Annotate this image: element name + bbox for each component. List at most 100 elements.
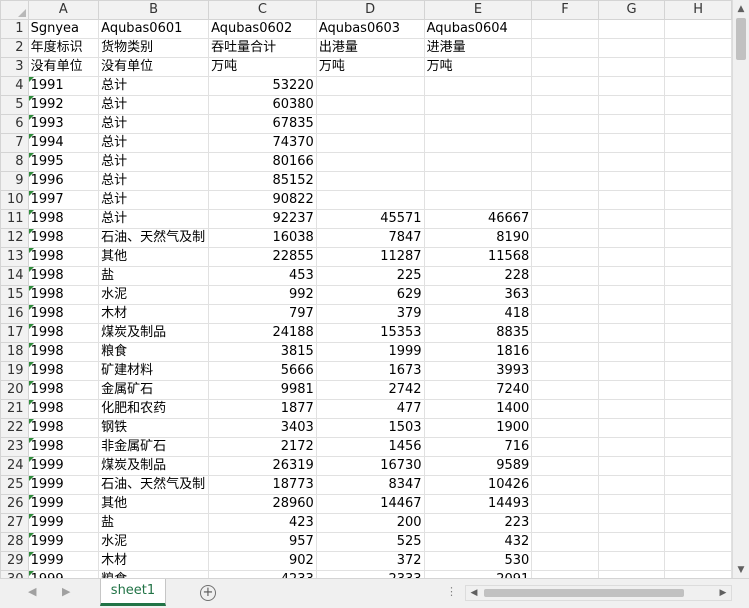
cell-g28[interactable] xyxy=(597,532,666,552)
cell-a22[interactable]: 1998 xyxy=(27,418,100,438)
cell-a19[interactable]: 1998 xyxy=(27,361,100,381)
cell-a4[interactable]: 1991 xyxy=(27,76,100,96)
cell-e25[interactable]: 10426 xyxy=(423,475,533,495)
cell-g3[interactable] xyxy=(597,57,666,77)
cell-c1[interactable]: Aqubas0602 xyxy=(208,19,317,39)
cell-h3[interactable] xyxy=(664,57,732,77)
column-header-f[interactable]: F xyxy=(531,0,599,20)
cell-a14[interactable]: 1998 xyxy=(27,266,100,286)
cell-h5[interactable] xyxy=(664,95,732,115)
cell-f17[interactable] xyxy=(531,323,599,343)
cell-d21[interactable]: 477 xyxy=(315,399,425,419)
cell-b22[interactable]: 钢铁 xyxy=(98,418,210,438)
cell-g4[interactable] xyxy=(597,76,666,96)
cell-e14[interactable]: 228 xyxy=(423,266,533,286)
cell-g6[interactable] xyxy=(597,114,666,134)
cell-h28[interactable] xyxy=(664,532,732,552)
cell-h11[interactable] xyxy=(664,209,732,229)
cell-g30[interactable] xyxy=(597,570,666,578)
row-header[interactable]: 16 xyxy=(0,304,29,324)
cell-f20[interactable] xyxy=(531,380,599,400)
cell-f29[interactable] xyxy=(531,551,599,571)
cell-e20[interactable]: 7240 xyxy=(423,380,533,400)
cell-c8[interactable]: 80166 xyxy=(208,152,317,172)
cell-g13[interactable] xyxy=(597,247,666,267)
cell-f25[interactable] xyxy=(531,475,599,495)
cell-e7[interactable] xyxy=(423,133,533,153)
cell-b4[interactable]: 总计 xyxy=(98,76,210,96)
column-header-a[interactable]: A xyxy=(27,0,100,20)
cell-e8[interactable] xyxy=(423,152,533,172)
cell-e19[interactable]: 3993 xyxy=(423,361,533,381)
cell-h10[interactable] xyxy=(664,190,732,210)
cell-f30[interactable] xyxy=(531,570,599,578)
cell-f11[interactable] xyxy=(531,209,599,229)
cell-b1[interactable]: Aqubas0601 xyxy=(98,19,210,39)
cell-c25[interactable]: 18773 xyxy=(208,475,317,495)
vertical-scrollbar[interactable]: ▲ ▼ xyxy=(732,0,749,578)
cell-d6[interactable] xyxy=(315,114,425,134)
spreadsheet-grid[interactable]: A B C D E F G H 1 Sgnyea Aqubas0601 Aqubas0… xyxy=(0,0,732,578)
cell-g10[interactable] xyxy=(597,190,666,210)
cell-f27[interactable] xyxy=(531,513,599,533)
cell-d15[interactable]: 629 xyxy=(315,285,425,305)
row-header[interactable]: 13 xyxy=(0,247,29,267)
cell-d22[interactable]: 1503 xyxy=(315,418,425,438)
select-all-corner[interactable] xyxy=(0,0,29,20)
horizontal-scroll-thumb[interactable] xyxy=(484,589,684,597)
cell-c28[interactable]: 957 xyxy=(208,532,317,552)
cell-f9[interactable] xyxy=(531,171,599,191)
cell-g24[interactable] xyxy=(597,456,666,476)
cell-c12[interactable]: 16038 xyxy=(208,228,317,248)
cell-b21[interactable]: 化肥和农药 xyxy=(98,399,210,419)
sheet-tab-sheet1[interactable]: sheet1 xyxy=(100,579,166,606)
cell-h24[interactable] xyxy=(664,456,732,476)
cell-a10[interactable]: 1997 xyxy=(27,190,100,210)
cell-d30[interactable]: 2333 xyxy=(315,570,425,578)
scroll-right-icon[interactable]: ▶ xyxy=(715,586,731,600)
cell-d18[interactable]: 1999 xyxy=(315,342,425,362)
cell-a15[interactable]: 1998 xyxy=(27,285,100,305)
cell-g11[interactable] xyxy=(597,209,666,229)
cell-g14[interactable] xyxy=(597,266,666,286)
cell-c18[interactable]: 3815 xyxy=(208,342,317,362)
cell-d27[interactable]: 200 xyxy=(315,513,425,533)
cell-a9[interactable]: 1996 xyxy=(27,171,100,191)
cell-g8[interactable] xyxy=(597,152,666,172)
cell-h16[interactable] xyxy=(664,304,732,324)
cell-b17[interactable]: 煤炭及制品 xyxy=(98,323,210,343)
row-header[interactable]: 8 xyxy=(0,152,29,172)
cell-e12[interactable]: 8190 xyxy=(423,228,533,248)
cell-c21[interactable]: 1877 xyxy=(208,399,317,419)
cell-b16[interactable]: 木材 xyxy=(98,304,210,324)
cell-h9[interactable] xyxy=(664,171,732,191)
cell-g25[interactable] xyxy=(597,475,666,495)
cell-h15[interactable] xyxy=(664,285,732,305)
cell-e13[interactable]: 11568 xyxy=(423,247,533,267)
cell-a2[interactable]: 年度标识 xyxy=(27,38,100,58)
cell-f15[interactable] xyxy=(531,285,599,305)
cell-h1[interactable] xyxy=(664,19,732,39)
cell-d7[interactable] xyxy=(315,133,425,153)
cell-g5[interactable] xyxy=(597,95,666,115)
cell-d25[interactable]: 8347 xyxy=(315,475,425,495)
cell-b9[interactable]: 总计 xyxy=(98,171,210,191)
cell-a5[interactable]: 1992 xyxy=(27,95,100,115)
row-header[interactable]: 7 xyxy=(0,133,29,153)
cell-d11[interactable]: 45571 xyxy=(315,209,425,229)
row-header[interactable]: 15 xyxy=(0,285,29,305)
cell-e24[interactable]: 9589 xyxy=(423,456,533,476)
column-header-g[interactable]: G xyxy=(597,0,666,20)
cell-b11[interactable]: 总计 xyxy=(98,209,210,229)
cell-c6[interactable]: 67835 xyxy=(208,114,317,134)
cell-d26[interactable]: 14467 xyxy=(315,494,425,514)
row-header[interactable]: 18 xyxy=(0,342,29,362)
cell-h17[interactable] xyxy=(664,323,732,343)
cell-d5[interactable] xyxy=(315,95,425,115)
cell-f4[interactable] xyxy=(531,76,599,96)
cell-e2[interactable]: 进港量 xyxy=(423,38,533,58)
row-header[interactable]: 28 xyxy=(0,532,29,552)
cell-c3[interactable]: 万吨 xyxy=(208,57,317,77)
row-header[interactable]: 20 xyxy=(0,380,29,400)
cell-a26[interactable]: 1999 xyxy=(27,494,100,514)
